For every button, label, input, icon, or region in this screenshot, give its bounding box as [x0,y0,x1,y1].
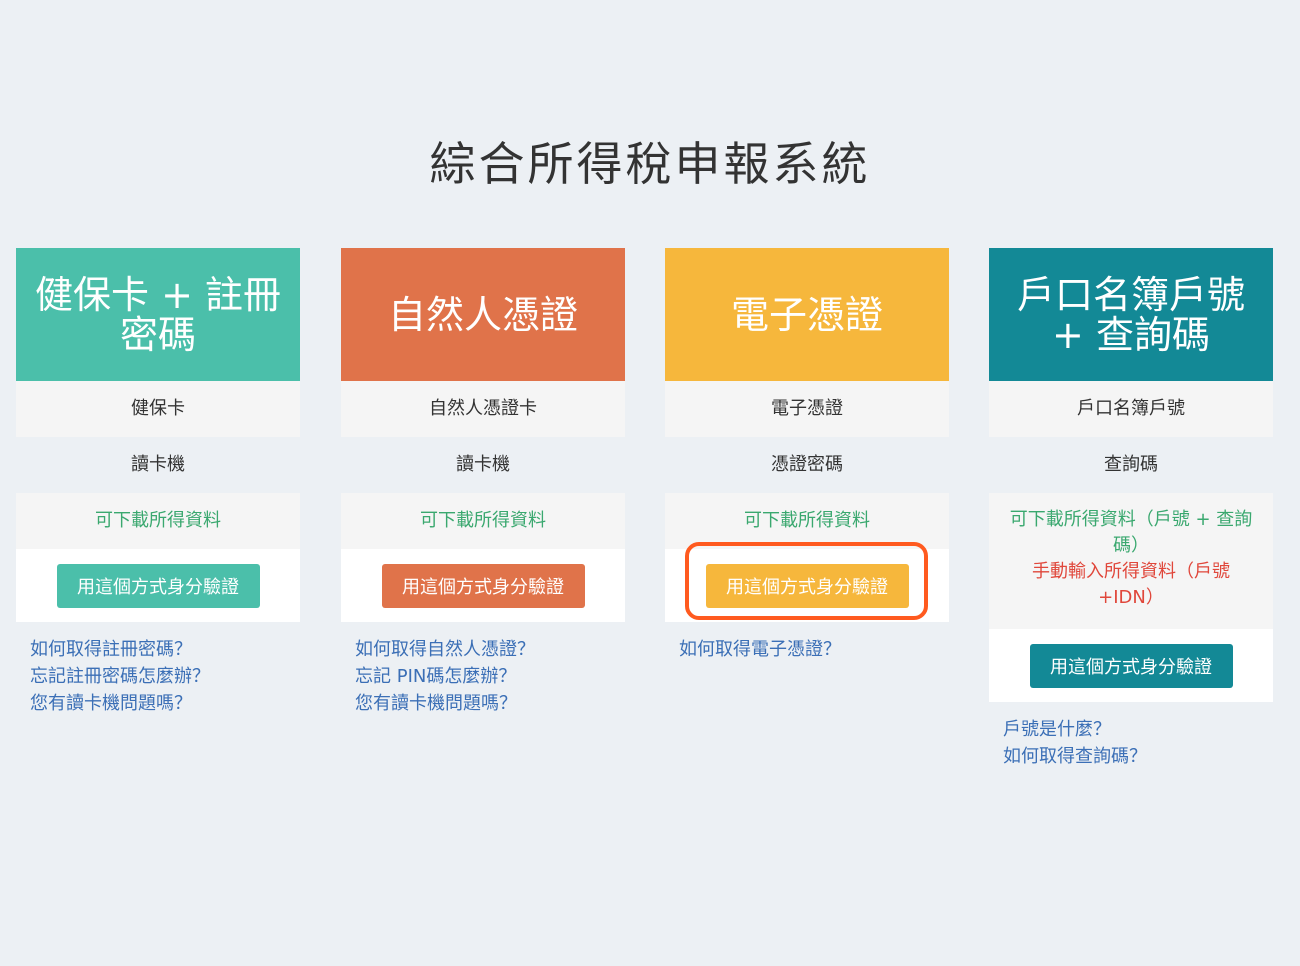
help-links: 戶號是什麼？ 如何取得查詢碼？ [989,702,1273,770]
download-note: 可下載所得資料 [341,493,625,549]
help-link[interactable]: 忘記註冊密碼怎麼辦？ [30,663,300,690]
verify-citizen-certificate-button[interactable]: 用這個方式身分驗證 [381,563,585,608]
card-requirement-reader: 查詢碼 [1104,454,1158,475]
card-requirement-device: 健保卡 [16,381,300,437]
help-link[interactable]: 忘記 PIN碼怎麼辦？ [355,663,625,690]
help-link[interactable]: 如何取得自然人憑證？ [355,636,625,663]
card-header: 自然人憑證 [341,248,625,381]
help-link[interactable]: 如何取得註冊密碼？ [30,636,300,663]
help-link[interactable]: 您有讀卡機問題嗎？ [30,690,300,717]
verify-health-card-button[interactable]: 用這個方式身分驗證 [56,563,260,608]
button-row: 用這個方式身分驗證 [665,549,949,622]
help-links: 如何取得註冊密碼？ 忘記註冊密碼怎麼辦？ 您有讀卡機問題嗎？ [16,622,300,717]
card-header: 戶口名簿戶號 + 查詢碼 [989,248,1273,381]
verify-electronic-certificate-button[interactable]: 用這個方式身分驗證 [705,563,909,608]
card-health-insurance: 健保卡 + 註冊密碼 健保卡 讀卡機 可下載所得資料 用這個方式身分驗證 如何取… [16,248,300,717]
button-row: 用這個方式身分驗證 [341,549,625,622]
card-requirement-reader: 讀卡機 [456,454,510,475]
card-requirement-device: 自然人憑證卡 [341,381,625,437]
button-row: 用這個方式身分驗證 [989,629,1273,702]
help-links: 如何取得電子憑證？ [665,622,949,663]
card-header: 健保卡 + 註冊密碼 [16,248,300,381]
card-requirement-reader: 憑證密碼 [771,454,843,475]
download-note: 可下載所得資料 [665,493,949,549]
card-header: 電子憑證 [665,248,949,381]
help-link[interactable]: 如何取得電子憑證？ [679,636,949,663]
card-requirement-device: 電子憑證 [665,381,949,437]
help-link[interactable]: 如何取得查詢碼？ [1003,743,1273,770]
card-requirement-device: 戶口名簿戶號 [989,381,1273,437]
manual-entry-note: 手動輸入所得資料（戶號 +IDN） [1032,561,1230,608]
card-electronic-certificate: 電子憑證 電子憑證 憑證密碼 可下載所得資料 用這個方式身分驗證 如何取得電子憑… [665,248,949,663]
card-citizen-certificate: 自然人憑證 自然人憑證卡 讀卡機 可下載所得資料 用這個方式身分驗證 如何取得自… [341,248,625,717]
download-note: 可下載所得資料（戶號 + 查詢碼） 手動輸入所得資料（戶號 +IDN） [989,493,1273,629]
page-title: 綜合所得稅申報系統 [429,137,871,191]
card-household-registration: 戶口名簿戶號 + 查詢碼 戶口名簿戶號 查詢碼 可下載所得資料（戶號 + 查詢碼… [989,248,1273,770]
help-link[interactable]: 戶號是什麼？ [1003,716,1273,743]
download-note-text: 可下載所得資料（戶號 + 查詢碼） [1009,509,1253,556]
download-note: 可下載所得資料 [16,493,300,549]
button-row: 用這個方式身分驗證 [16,549,300,622]
help-links: 如何取得自然人憑證？ 忘記 PIN碼怎麼辦？ 您有讀卡機問題嗎？ [341,622,625,717]
verify-household-button[interactable]: 用這個方式身分驗證 [1029,643,1233,688]
card-requirement-reader: 讀卡機 [131,454,185,475]
help-link[interactable]: 您有讀卡機問題嗎？ [355,690,625,717]
